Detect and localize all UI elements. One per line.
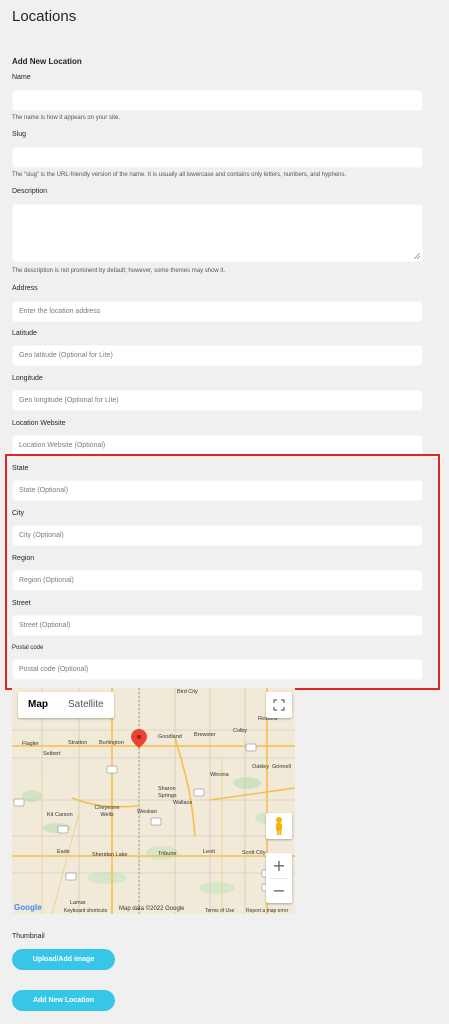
zoom-control: + − bbox=[266, 853, 292, 903]
map-label: Goodland bbox=[158, 734, 182, 740]
name-help: The name is how it appears on your site. bbox=[12, 115, 121, 121]
latitude-label: Latitude bbox=[12, 330, 37, 337]
highlight-frame bbox=[5, 454, 440, 690]
description-label: Description bbox=[12, 188, 48, 195]
map-type-satellite-button[interactable]: Satellite bbox=[58, 692, 114, 718]
report-error-link[interactable]: Report a map error bbox=[246, 908, 288, 914]
map-label: Leoti bbox=[203, 849, 215, 855]
map-type-control: Map Satellite bbox=[18, 692, 114, 718]
zoom-out-button[interactable]: − bbox=[266, 878, 292, 903]
map-label: Bird City bbox=[177, 689, 198, 695]
address-input[interactable]: Enter the location address bbox=[12, 301, 423, 322]
slug-label: Slug bbox=[12, 131, 27, 138]
fullscreen-icon bbox=[273, 699, 285, 711]
map-label: Weskan bbox=[137, 809, 157, 815]
map-footer: Google Keyboard shortcuts Map data ©2022… bbox=[12, 902, 295, 914]
map-label: Sharon Springs bbox=[158, 786, 177, 799]
map-label: Burlington bbox=[99, 740, 124, 746]
latitude-input[interactable]: Geo latitude (Optional for Lite) bbox=[12, 345, 423, 366]
pegman-icon bbox=[276, 817, 282, 835]
address-label: Address bbox=[12, 285, 38, 292]
location-map[interactable]: Bird City Rexford Flagler Stratton Burli… bbox=[12, 688, 295, 914]
longitude-input[interactable]: Geo longitude (Optional for Lite) bbox=[12, 390, 423, 411]
page-title: Locations bbox=[12, 8, 77, 25]
map-label: Stratton bbox=[68, 740, 88, 746]
map-label: Oakley bbox=[252, 764, 270, 770]
longitude-label: Longitude bbox=[12, 375, 43, 382]
resize-handle-icon[interactable] bbox=[414, 253, 420, 259]
upload-image-button[interactable]: Upload/Add image bbox=[12, 949, 115, 970]
name-input[interactable] bbox=[12, 90, 423, 111]
add-new-location-button[interactable]: Add New Location bbox=[12, 990, 115, 1011]
description-help: The description is not prominent by defa… bbox=[12, 268, 226, 274]
slug-help: The “slug” is the URL-friendly version o… bbox=[12, 172, 347, 178]
map-label: Sheridan Lake bbox=[92, 852, 128, 858]
map-label: Seibert bbox=[43, 751, 61, 757]
google-logo[interactable]: Google bbox=[14, 903, 42, 912]
section-title: Add New Location bbox=[12, 57, 82, 66]
map-label: Scott City bbox=[242, 850, 266, 856]
map-roads bbox=[12, 688, 295, 914]
map-label: Tribune bbox=[158, 851, 177, 857]
website-label: Location Website bbox=[12, 420, 66, 427]
zoom-in-button[interactable]: + bbox=[266, 853, 292, 878]
name-label: Name bbox=[12, 74, 31, 81]
map-label: Flagler bbox=[22, 741, 39, 747]
map-label: Winona bbox=[210, 772, 229, 778]
map-label: Cheyenne Wells bbox=[94, 805, 120, 818]
slug-input[interactable] bbox=[12, 147, 423, 168]
keyboard-shortcuts-link[interactable]: Keyboard shortcuts bbox=[64, 908, 107, 914]
map-label: Colby bbox=[233, 728, 248, 734]
map-label: Kit Carson bbox=[47, 812, 73, 818]
map-data-text: Map data ©2022 Google bbox=[119, 906, 185, 912]
terms-link[interactable]: Terms of Use bbox=[205, 908, 234, 914]
description-textarea[interactable] bbox=[12, 204, 423, 262]
map-label: Eads bbox=[57, 849, 70, 855]
map-type-map-button[interactable]: Map bbox=[18, 692, 58, 718]
thumbnail-label: Thumbnail bbox=[12, 933, 45, 940]
map-label: Wallace bbox=[173, 800, 193, 806]
map-label: Brewster bbox=[194, 732, 216, 738]
street-view-button[interactable] bbox=[266, 813, 292, 839]
website-input[interactable]: Location Website (Optional) bbox=[12, 435, 423, 456]
map-label: Grinnell bbox=[272, 764, 291, 770]
fullscreen-button[interactable] bbox=[266, 692, 292, 718]
